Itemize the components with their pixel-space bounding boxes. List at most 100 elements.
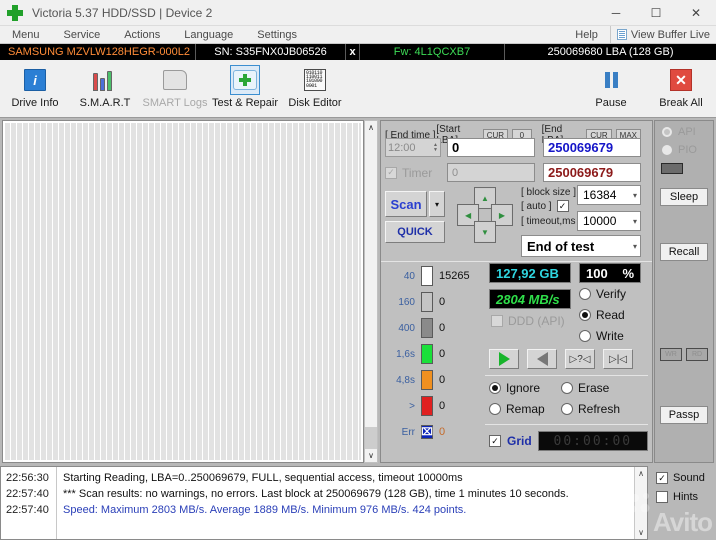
start-lba-input[interactable]: 0 (447, 138, 535, 157)
log-panel[interactable]: 22:56:30 22:57:40 22:57:40 Starting Read… (0, 466, 648, 540)
menu-item-menu[interactable]: Menu (0, 26, 52, 44)
menu-item-language[interactable]: Language (172, 26, 245, 44)
disk-editor-label: Disk Editor (288, 97, 342, 109)
pio-radio[interactable] (661, 144, 673, 156)
menu-item-help[interactable]: Help (563, 26, 610, 44)
scan-dropdown-button[interactable]: ▾ (429, 191, 445, 217)
recall-button[interactable]: Recall (660, 243, 708, 261)
end-of-test-select[interactable]: End of test ▾ (521, 235, 641, 257)
api-option[interactable]: API (661, 126, 696, 138)
sound-checkbox[interactable]: ✓ (656, 472, 668, 484)
verify-radio[interactable] (579, 288, 591, 300)
timer-checkbox[interactable]: ✓ (385, 166, 397, 179)
refresh-radio[interactable] (561, 403, 573, 415)
test-and-repair-button[interactable]: Test & Repair (210, 62, 280, 109)
break-all-button[interactable]: Break All (646, 62, 716, 109)
start-lba-value: 0 (452, 140, 460, 155)
maximize-button[interactable]: ☐ (636, 0, 676, 26)
minimize-button[interactable]: ─ (596, 0, 636, 26)
menu-item-settings[interactable]: Settings (245, 26, 309, 44)
mode-verify-option[interactable]: Verify (579, 287, 626, 301)
action-ignore-option[interactable]: Ignore (489, 381, 540, 395)
disk-editor-button[interactable]: 010110 110011 101000 0001 Disk Editor (280, 62, 350, 109)
main-content: ∧ ∨ [ End time ] [Start LBA] CUR 0 [End … (0, 118, 716, 465)
action-remap-option[interactable]: Remap (489, 402, 545, 416)
scrollbar-track[interactable] (365, 134, 377, 449)
api-radio[interactable] (661, 126, 673, 138)
scrollbar-thumb[interactable] (365, 427, 377, 449)
scroll-down-arrow[interactable]: ∨ (368, 449, 374, 462)
close-button[interactable]: ✕ (676, 0, 716, 26)
drive-info-bar: SAMSUNG MZVLW128HEGR-000L2 SN: S35FNX0JB… (0, 44, 716, 60)
timeout-value: 10000 (583, 214, 617, 228)
end-time-spinner[interactable]: 12:00 ▲ ▼ (385, 138, 441, 157)
play-button[interactable] (489, 349, 519, 369)
pause-button[interactable]: Pause (576, 62, 646, 109)
auto-label: [ auto ] (521, 200, 552, 212)
speed-value: 2804 MB/s (496, 291, 560, 307)
rd-button[interactable]: RD (686, 348, 708, 361)
navigator-pad[interactable]: ▲ ▶ ◀ ▼ (445, 175, 524, 254)
start-lba-secondary-input[interactable]: 0 (447, 163, 535, 182)
legend-row-error: Err ⌧ 0 (387, 419, 483, 445)
spinner-arrows-icon[interactable]: ▲ ▼ (433, 142, 438, 153)
timer-checkbox-row[interactable]: ✓ Timer (385, 163, 443, 182)
smart-button[interactable]: S.M.A.R.T (70, 62, 140, 109)
end-lba-input[interactable]: 250069679 (543, 138, 641, 157)
log-scroll-up-arrow[interactable]: ∧ (638, 469, 644, 478)
grid-checkbox[interactable]: ✓ (489, 435, 501, 447)
first-aid-icon (230, 65, 260, 95)
action-refresh-option[interactable]: Refresh (561, 402, 620, 416)
legend-key: 400 (398, 322, 415, 334)
smart-logs-button[interactable]: SMART Logs (140, 62, 210, 109)
chevron-down-icon: ▾ (632, 241, 637, 251)
menu-item-actions[interactable]: Actions (112, 26, 172, 44)
reverse-icon (536, 352, 548, 366)
sound-option[interactable]: ✓ Sound (656, 472, 716, 484)
reverse-button[interactable] (527, 349, 557, 369)
block-map-grid[interactable] (5, 123, 361, 460)
wr-button[interactable]: WR (660, 348, 682, 361)
drive-info-button[interactable]: Drive Info (0, 62, 70, 109)
ddd-api-checkbox[interactable] (491, 315, 503, 327)
block-map-scrollbar[interactable]: ∧ ∨ (364, 120, 378, 463)
legend-row: 4,8s 0 (387, 367, 483, 393)
mode-write-option[interactable]: Write (579, 329, 624, 343)
log-scrollbar[interactable]: ∧ ∨ (634, 467, 647, 539)
drive-firmware: Fw: 4L1QCXB7 (360, 44, 505, 60)
mode-read-option[interactable]: Read (579, 308, 625, 322)
drive-close-button[interactable]: x (346, 44, 360, 60)
block-map-panel[interactable] (2, 120, 364, 463)
passport-button[interactable]: Passp (660, 406, 708, 424)
nav-down-button[interactable]: ▼ (474, 220, 496, 243)
hints-checkbox[interactable] (656, 491, 668, 503)
log-scroll-down-arrow[interactable]: ∨ (638, 528, 644, 537)
sleep-button[interactable]: Sleep (660, 188, 708, 206)
quick-button[interactable]: QUICK (385, 221, 445, 243)
action-erase-option[interactable]: Erase (561, 381, 609, 395)
green-cross-icon (6, 4, 24, 22)
pio-option[interactable]: PIO (661, 144, 697, 156)
error-block-icon: ⌧ (421, 425, 433, 439)
step-question-button[interactable]: ▷?◁ (565, 349, 595, 369)
end-lba-secondary-input[interactable]: 250069679 (543, 163, 641, 182)
auto-row[interactable]: [ auto ] ✓ (521, 200, 569, 212)
api-label: API (678, 126, 696, 138)
auto-checkbox[interactable]: ✓ (556, 200, 569, 212)
write-radio[interactable] (579, 330, 591, 342)
view-buffer-live-button[interactable]: View Buffer Live (609, 25, 716, 44)
menu-item-service[interactable]: Service (52, 26, 113, 44)
timeout-select[interactable]: 10000 ▾ (577, 211, 641, 231)
ignore-radio[interactable] (489, 382, 501, 394)
read-radio[interactable] (579, 309, 591, 321)
scroll-up-arrow[interactable]: ∧ (368, 121, 374, 134)
ddd-api-row[interactable]: DDD (API) (491, 314, 565, 328)
hints-option[interactable]: Hints (656, 491, 716, 503)
remap-radio[interactable] (489, 403, 501, 415)
step-end-button[interactable]: ▷|◁ (603, 349, 633, 369)
scan-button[interactable]: Scan (385, 191, 427, 217)
drive-info-label: Drive Info (11, 97, 59, 109)
erase-radio[interactable] (561, 382, 573, 394)
block-size-select[interactable]: 16384 ▾ (577, 185, 641, 205)
drive-serial: SN: S35FNX0JB06526 (196, 44, 346, 60)
